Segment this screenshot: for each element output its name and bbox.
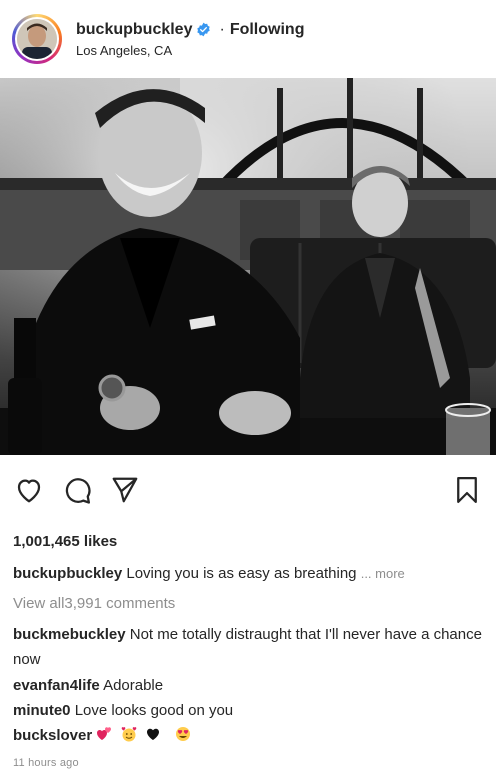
heart-icon[interactable] <box>14 475 44 505</box>
caption-text: Loving you is as easy as breathing <box>126 565 357 582</box>
bookmark-icon[interactable] <box>452 475 482 505</box>
username-link[interactable]: buckupbuckley <box>76 21 192 39</box>
more-link[interactable]: ... more <box>361 566 405 581</box>
header-text: buckupbuckley · Following Los Angeles, C… <box>76 21 304 58</box>
comment-username[interactable]: buckslover <box>13 727 92 744</box>
separator-dot: · <box>219 20 225 38</box>
comment-bubble-icon[interactable] <box>62 475 92 505</box>
smiling-face-with-hearts-icon <box>121 727 136 742</box>
comment-username[interactable]: buckmebuckley <box>13 626 126 643</box>
avatar-story-ring[interactable] <box>12 14 62 64</box>
likes-count[interactable]: 1,001,465 likes <box>13 533 117 550</box>
heart-eyes-icon <box>175 727 190 741</box>
post-image[interactable] <box>0 78 496 455</box>
caption-username[interactable]: buckupbuckley <box>13 565 122 582</box>
comment-username[interactable]: minute0 <box>13 702 71 719</box>
view-all-comments-link[interactable]: View all3,991 comments <box>13 594 175 614</box>
comment-item: buckslover <box>13 726 195 746</box>
comment-item: minute0 Love looks good on you <box>13 701 233 721</box>
comment-emojis <box>96 727 195 744</box>
comment-username[interactable]: evanfan4life <box>13 677 100 694</box>
caption: buckupbuckley Loving you is as easy as b… <box>13 564 405 584</box>
comment-text: Adorable <box>103 677 164 694</box>
post-timestamp[interactable]: 11 hours ago <box>13 757 79 769</box>
two-hearts-icon <box>97 727 112 740</box>
location-link[interactable]: Los Angeles, CA <box>76 43 304 58</box>
comment-item: evanfan4life Adorable <box>13 676 163 696</box>
verified-badge-icon <box>197 22 211 37</box>
comment-item: buckmebuckley Not me totally distraught … <box>13 622 483 672</box>
comment-text: Love looks good on you <box>74 702 234 719</box>
action-bar <box>0 455 496 525</box>
following-button[interactable]: Following <box>230 21 305 39</box>
paper-plane-icon[interactable] <box>110 475 140 505</box>
black-heart-icon <box>146 728 159 740</box>
post-header: buckupbuckley · Following Los Angeles, C… <box>0 0 496 78</box>
avatar[interactable] <box>17 19 57 59</box>
